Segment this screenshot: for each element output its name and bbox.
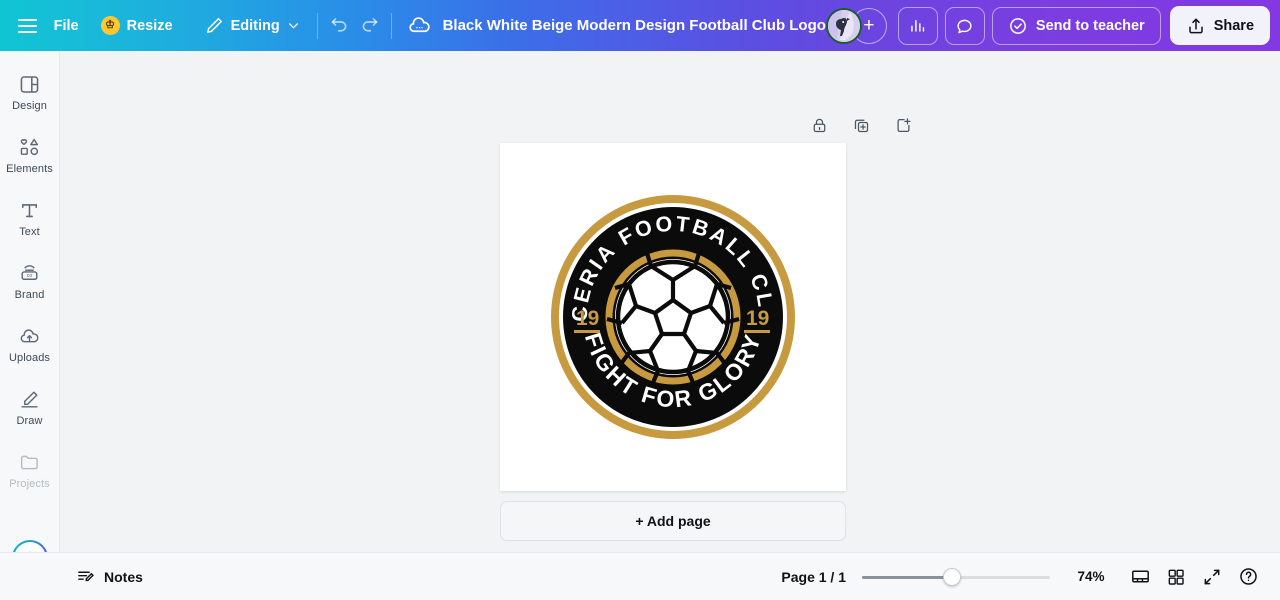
cloud-save-status-button[interactable] (404, 7, 435, 45)
brand-kit-icon: co (18, 261, 41, 286)
file-menu-button[interactable]: File (43, 8, 90, 44)
duplicate-page-icon (854, 119, 868, 132)
bottom-toolbar: Notes Page 1 / 1 74% (0, 552, 1280, 600)
add-page-label: + Add page (635, 513, 711, 529)
sidebar-item-design-label: Design (12, 100, 47, 112)
add-page-icon (896, 117, 911, 132)
logo-year-right: 19 (744, 307, 770, 333)
svg-text:co: co (27, 273, 33, 279)
layout-panel-icon (18, 72, 41, 97)
send-to-teacher-button[interactable]: Send to teacher (991, 6, 1161, 45)
zoom-slider[interactable] (862, 567, 1050, 587)
sidebar-item-elements-label: Elements (6, 163, 53, 175)
notes-label: Notes (104, 568, 143, 585)
toolbar-divider-2 (390, 12, 392, 39)
bar-chart-icon (911, 20, 925, 32)
redo-button[interactable] (354, 7, 385, 45)
logo-year-left: 19 (574, 307, 600, 333)
svg-text:19: 19 (746, 307, 769, 330)
folder-icon (18, 450, 41, 475)
sidebar-item-text[interactable]: Text (1, 191, 59, 243)
help-question-icon (1239, 568, 1257, 585)
main-menu-button[interactable] (12, 7, 43, 45)
cloud-saved-icon (409, 17, 430, 33)
user-avatar[interactable] (825, 7, 862, 44)
top-toolbar: File ♔ Resize Editing Black White Beige … (0, 0, 1280, 51)
sidebar-item-text-label: Text (19, 226, 40, 238)
notes-button[interactable]: Notes (76, 567, 143, 586)
toolbar-divider (316, 12, 318, 39)
timeline-view-icon (1131, 570, 1149, 583)
zoom-level[interactable]: 74% (1070, 569, 1112, 584)
pencil-icon (206, 18, 222, 33)
undo-icon (331, 18, 346, 32)
editing-label: Editing (230, 17, 280, 34)
sidebar-item-brand-label: Brand (14, 289, 45, 301)
avatar-bird-illustration (827, 9, 860, 42)
sidebar-item-projects-label: Projects (9, 478, 50, 490)
collaborators-group: + (825, 7, 887, 44)
design-page-canvas[interactable]: LICERIA FOOTBALL CLUB FIGHT FOR GLORY 19… (500, 143, 846, 491)
hamburger-icon (17, 18, 37, 33)
pen-draw-icon (18, 387, 41, 412)
comments-button[interactable] (944, 6, 985, 45)
fullscreen-icon (1204, 569, 1220, 584)
sidebar-item-uploads-label: Uploads (8, 352, 51, 364)
resize-label: Resize (126, 17, 173, 34)
cloud-upload-icon (18, 324, 41, 349)
add-page-button[interactable]: + Add page (500, 501, 846, 541)
sidebar-item-draw[interactable]: Draw (1, 380, 59, 432)
share-upload-icon (1188, 18, 1203, 33)
page-indicator: Page 1 / 1 (781, 568, 846, 585)
analytics-button[interactable] (897, 6, 938, 45)
football-club-logo[interactable]: LICERIA FOOTBALL CLUB FIGHT FOR GLORY 19… (539, 173, 798, 442)
svg-text:19: 19 (576, 307, 599, 330)
comment-bubble-icon (957, 19, 972, 34)
grid-view-button[interactable] (1158, 561, 1194, 593)
left-sidebar: Design Elements Text co Brand Uploads Dr… (0, 51, 60, 600)
redo-icon (362, 18, 378, 32)
shapes-icon (18, 135, 41, 160)
lock-page-button[interactable] (805, 111, 833, 139)
sidebar-item-draw-label: Draw (16, 415, 43, 427)
sidebar-item-brand[interactable]: co Brand (1, 254, 59, 306)
check-circle-icon (1010, 17, 1026, 34)
undo-button[interactable] (324, 7, 355, 45)
editor-workspace: LICERIA FOOTBALL CLUB FIGHT FOR GLORY 19… (60, 51, 1280, 600)
sidebar-item-uploads[interactable]: Uploads (1, 317, 59, 369)
sidebar-item-design[interactable]: Design (1, 65, 59, 117)
sidebar-item-elements[interactable]: Elements (1, 128, 59, 180)
chevron-down-icon (288, 23, 298, 29)
sidebar-item-projects[interactable]: Projects (1, 443, 59, 495)
zoom-slider-handle[interactable] (943, 567, 962, 586)
notes-pencil-icon (78, 571, 94, 582)
send-to-teacher-label: Send to teacher (1035, 17, 1145, 34)
file-menu-label: File (53, 17, 79, 34)
lock-icon (813, 118, 825, 132)
fullscreen-button[interactable] (1194, 561, 1230, 593)
duplicate-page-button[interactable] (847, 111, 875, 139)
zoom-slider-fill (862, 575, 953, 579)
editing-mode-button[interactable]: Editing (194, 8, 311, 44)
share-label: Share (1213, 17, 1255, 34)
text-t-icon (18, 198, 41, 223)
resize-button[interactable]: ♔ Resize (90, 8, 184, 44)
crown-icon: ♔ (100, 16, 120, 35)
bottom-right-controls: Page 1 / 1 74% (781, 561, 1280, 593)
logo-artwork: LICERIA FOOTBALL CLUB FIGHT FOR GLORY 19… (539, 173, 795, 439)
timeline-view-button[interactable] (1122, 561, 1158, 593)
grid-view-icon (1168, 569, 1184, 585)
share-button[interactable]: Share (1169, 6, 1271, 45)
help-button[interactable] (1230, 561, 1266, 593)
page-toolbar (805, 111, 917, 139)
document-title[interactable]: Black White Beige Modern Design Football… (443, 17, 826, 34)
add-page-after-button[interactable] (889, 111, 917, 139)
